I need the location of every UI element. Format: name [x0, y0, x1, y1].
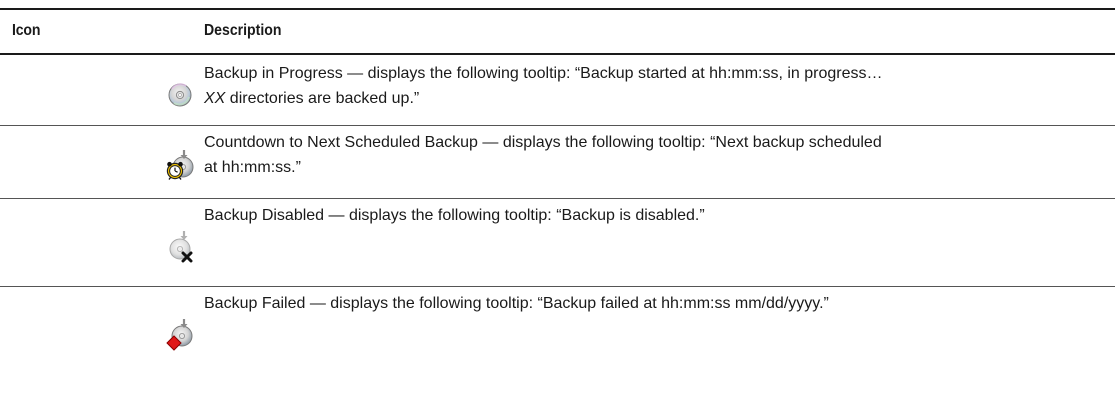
row-description: Countdown to Next Scheduled Backup — dis…	[204, 130, 1104, 180]
description-line-1: Backup Disabled — displays the following…	[204, 207, 705, 224]
disc-disabled-icon	[160, 227, 200, 267]
disc-failed-icon	[160, 315, 200, 355]
table-row-backup-disabled: Backup Disabled — displays the following…	[0, 199, 1115, 286]
description-line-2: XX directories are backed up.”	[204, 86, 1104, 111]
table-row-backup-failed: Backup Failed — displays the following t…	[0, 287, 1115, 413]
table-header: Icon Description	[0, 10, 1115, 53]
alarm-clock-disc-icon	[160, 146, 200, 186]
row-description: Backup Disabled — displays the following…	[204, 203, 1104, 228]
description-line-1: Backup Failed — displays the following t…	[204, 295, 829, 312]
row-description: Backup in Progress — displays the follow…	[204, 61, 1104, 111]
header-icon-column: Icon	[12, 22, 41, 39]
disc-icon	[160, 75, 200, 115]
description-line-1: Backup in Progress — displays the follow…	[204, 65, 883, 82]
description-emphasis: XX	[204, 90, 226, 107]
description-tail: directories are backed up.”	[225, 90, 420, 107]
description-line-1: Countdown to Next Scheduled Backup — dis…	[204, 134, 882, 151]
header-description-column: Description	[204, 22, 282, 39]
description-line-2: at hh:mm:ss.”	[204, 159, 301, 176]
table-row-backup-in-progress: Backup in Progress — displays the follow…	[0, 55, 1115, 125]
row-description: Backup Failed — displays the following t…	[204, 291, 1104, 316]
table-row-countdown: Countdown to Next Scheduled Backup — dis…	[0, 126, 1115, 198]
